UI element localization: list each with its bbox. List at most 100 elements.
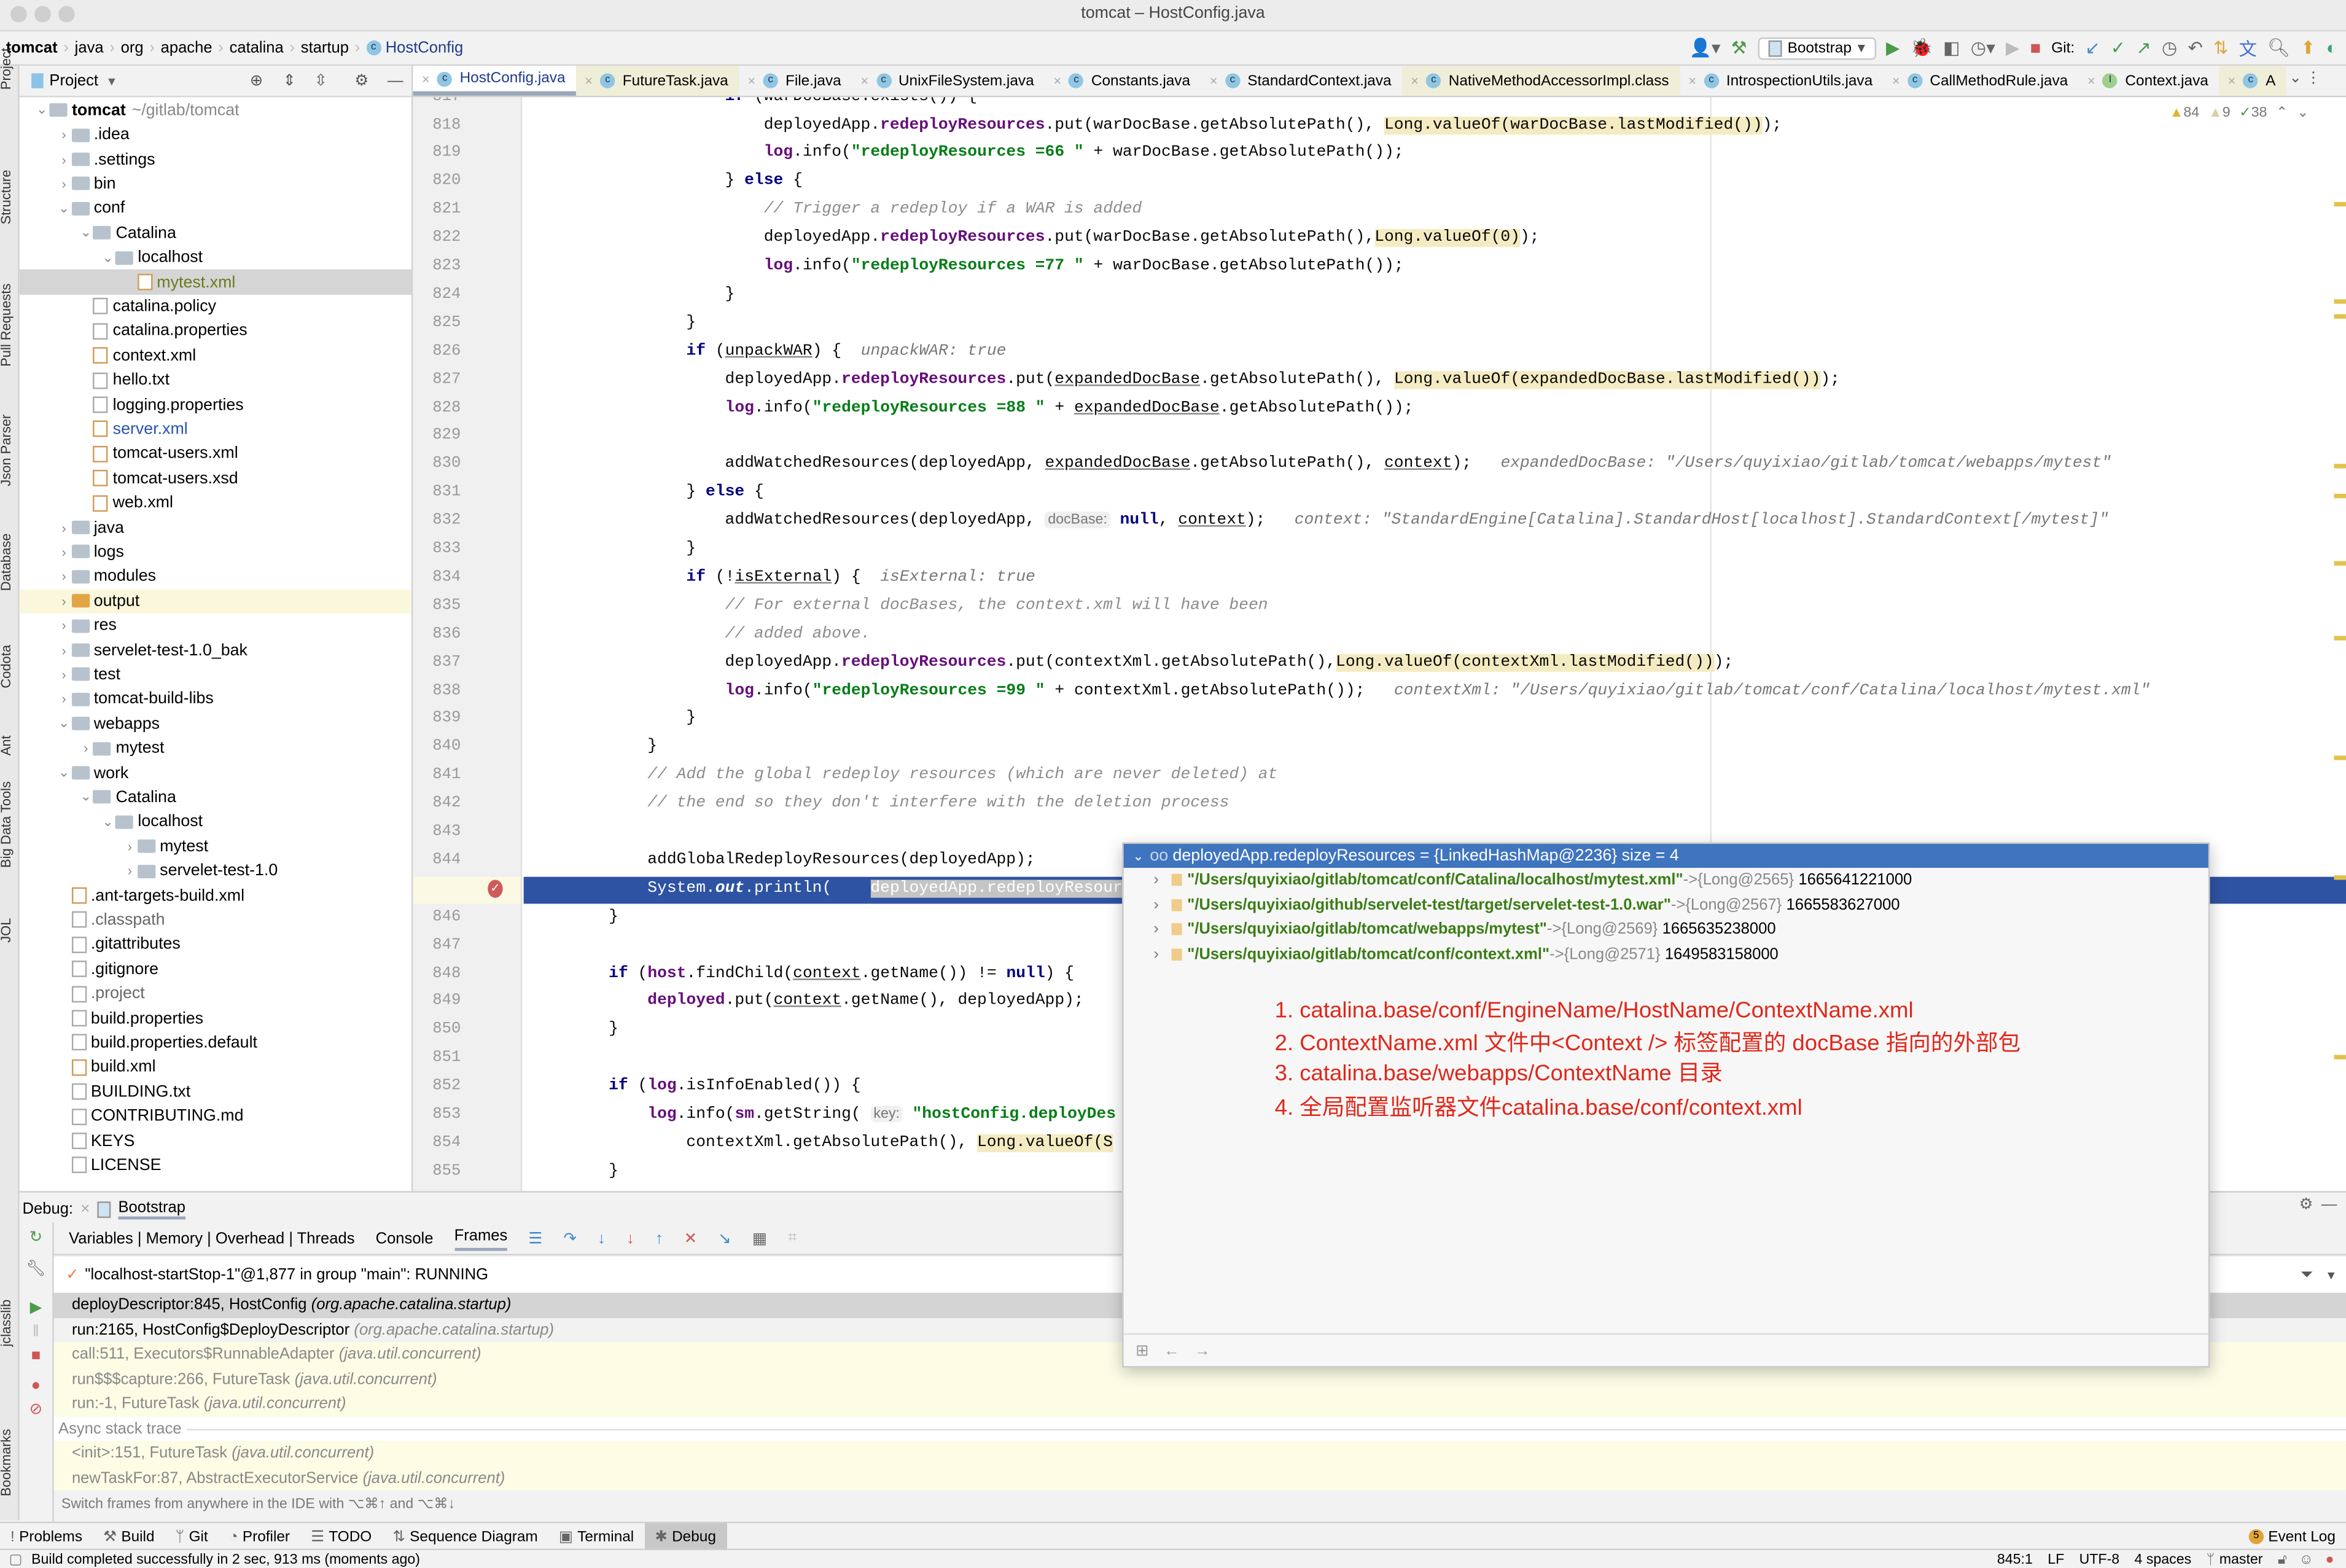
tree-item[interactable]: logging.properties xyxy=(20,392,411,417)
tool-tab-sequence-diagram[interactable]: ⇅ Sequence Diagram xyxy=(382,1523,548,1550)
tree-item[interactable]: build.properties xyxy=(20,1006,411,1031)
code-line[interactable]: // Trigger a redeploy if a WAR is added xyxy=(531,197,1142,225)
chevron-down-icon[interactable]: ⌄ xyxy=(57,765,71,781)
tool-window-jol[interactable]: JOL xyxy=(0,918,14,943)
code-line[interactable]: // For external docBases, the context.xm… xyxy=(531,592,1268,620)
chevron-right-icon[interactable]: › xyxy=(57,176,71,191)
inspection-widget[interactable]: ▲84 ▲9 ✓38 ⌃ ⌄ xyxy=(2170,105,2309,122)
code-line[interactable]: deployed.put(context.getName(), deployed… xyxy=(531,988,1083,1016)
tree-item[interactable]: BUILDING.txt xyxy=(20,1080,411,1104)
scroll-marker[interactable] xyxy=(2334,314,2346,318)
code-line[interactable]: deployedApp.redeployResources.put(expand… xyxy=(531,366,1840,394)
tree-item[interactable]: › .settings xyxy=(20,147,411,172)
editor-tab[interactable]: × c CallMethodRule.java xyxy=(1883,66,2078,96)
tree-item[interactable]: ⌄ Catalina xyxy=(20,221,411,246)
chevron-down-icon[interactable]: ▼ xyxy=(106,74,117,88)
locate-icon[interactable]: ⊕ xyxy=(250,72,263,90)
tool-tab-todo[interactable]: ☰ TODO xyxy=(300,1523,382,1550)
tree-item[interactable]: mytest.xml xyxy=(19,270,411,295)
code-line[interactable]: // the end so they don't interfere with … xyxy=(531,790,1230,819)
gear-icon[interactable]: ⚙ xyxy=(2299,1196,2313,1214)
code-line[interactable]: log.info("redeployResources =77 " + warD… xyxy=(531,253,1404,281)
breadcrumb-item[interactable]: apache xyxy=(161,39,212,57)
debug-session-tab[interactable]: Bootstrap xyxy=(118,1198,185,1220)
tree-item[interactable]: › logs xyxy=(20,540,411,564)
code-line[interactable]: log.info(sm.getString( key: "hostConfig.… xyxy=(531,1101,1116,1129)
tree-item[interactable]: ⌄ conf xyxy=(20,197,411,221)
tree-item[interactable]: .ant-targets-build.xml xyxy=(20,883,411,908)
tree-item[interactable]: › servelet-test-1.0_bak xyxy=(20,638,411,663)
tree-item[interactable]: ⌄ localhost xyxy=(20,246,411,270)
git-commit-icon[interactable]: ✓ xyxy=(2111,37,2126,58)
next-highlight-icon[interactable]: ⌄ xyxy=(2297,105,2309,122)
code-line[interactable]: log.info("redeployResources =99 " + cont… xyxy=(531,677,2151,705)
editor-gutter[interactable]: 817 818 819 820 821 822 823 824 825 826 827 828 829 8… xyxy=(413,97,523,1192)
drop-frame-icon[interactable]: ✕ xyxy=(684,1229,697,1247)
tool-window-json-parser[interactable]: Json Parser xyxy=(0,415,14,486)
close-tab-icon[interactable]: × xyxy=(1892,73,1900,88)
popup-header-row[interactable]: ⌄ oo deployedApp.redeployResources = {Li… xyxy=(1123,844,2208,868)
close-tab-icon[interactable]: × xyxy=(2087,73,2095,88)
close-tab-icon[interactable]: × xyxy=(422,71,430,86)
chevron-right-icon[interactable]: › xyxy=(122,864,137,878)
tree-item[interactable]: › tomcat-build-libs xyxy=(20,687,411,712)
chevron-down-icon[interactable]: ⌄ xyxy=(79,225,93,241)
tool-window-jclasslib[interactable]: jclasslib xyxy=(0,1300,14,1347)
view-breakpoints-icon[interactable]: ● xyxy=(20,1376,53,1394)
chevron-right-icon[interactable]: › xyxy=(57,668,71,682)
tool-window-pull-requests[interactable]: Pull Requests xyxy=(0,284,14,367)
editor-tab[interactable]: × c FutureTask.java xyxy=(575,66,739,96)
editor-tab[interactable]: × c A xyxy=(2218,66,2286,96)
code-line[interactable]: deployedApp.redeployResources.put(warDoc… xyxy=(531,225,1540,253)
indent-setting[interactable]: 4 spaces xyxy=(2135,1551,2192,1568)
tree-item[interactable]: .project xyxy=(20,981,411,1006)
tree-item[interactable]: context.xml xyxy=(20,343,411,368)
close-tab-icon[interactable]: × xyxy=(2228,73,2236,88)
profile-icon[interactable]: ◷▾ xyxy=(1971,37,1995,58)
tool-window-codota[interactable]: Codota xyxy=(0,645,14,688)
code-line[interactable]: } xyxy=(531,1016,618,1045)
forward-arrow-icon[interactable]: → xyxy=(1194,1341,1210,1359)
chevron-right-icon[interactable]: › xyxy=(57,692,71,706)
chevron-right-icon[interactable]: › xyxy=(57,594,71,609)
project-view-select[interactable]: Project xyxy=(49,72,98,90)
run-to-cursor-icon[interactable]: ↘ xyxy=(718,1229,731,1247)
tree-item[interactable]: ⌄ Catalina xyxy=(20,786,411,810)
editor-tab[interactable]: × c UnixFileSystem.java xyxy=(852,66,1045,96)
scroll-marker[interactable] xyxy=(2334,493,2346,498)
tree-item[interactable]: build.properties.default xyxy=(20,1031,411,1055)
close-tab-icon[interactable]: × xyxy=(1210,73,1218,88)
tree-item[interactable]: web.xml xyxy=(20,491,411,515)
breakpoint-icon[interactable]: ✓ xyxy=(488,880,503,898)
chevron-right-icon[interactable]: › xyxy=(1153,895,1159,913)
back-arrow-icon[interactable]: ← xyxy=(1164,1341,1180,1359)
code-line[interactable]: addWatchedResources(deployedApp, expande… xyxy=(531,451,2111,479)
tree-item[interactable]: › output xyxy=(19,588,411,614)
scroll-marker[interactable] xyxy=(2334,755,2346,760)
tool-window-structure[interactable]: Structure xyxy=(0,170,14,224)
code-line[interactable]: } xyxy=(531,310,696,338)
scroll-marker[interactable] xyxy=(2334,636,2346,640)
code-line[interactable]: } else { xyxy=(531,479,763,507)
code-line[interactable]: System.out.println( deployedApp.redeploy… xyxy=(531,875,1152,903)
chevron-right-icon[interactable]: › xyxy=(57,152,71,166)
git-branch[interactable]: master xyxy=(2219,1551,2263,1568)
chevron-down-icon[interactable]: ⌄ xyxy=(100,814,115,830)
previous-highlight-icon[interactable]: ⌃ xyxy=(2276,105,2288,122)
map-entry-row[interactable]: › "/Users/quyixiao/gitlab/tomcat/conf/Cat… xyxy=(1153,868,1912,892)
toggle-tool-windows-icon[interactable]: ▢ xyxy=(9,1551,23,1568)
inspector-icon[interactable]: ☺ xyxy=(2299,1551,2313,1568)
code-line[interactable]: } xyxy=(531,281,735,310)
chevron-right-icon[interactable]: › xyxy=(1153,920,1159,938)
editor-tab[interactable]: × c File.java xyxy=(739,66,852,96)
plugin-icon[interactable]: ◐ xyxy=(2326,37,2337,58)
lock-icon[interactable]: 🔓︎ xyxy=(2278,1551,2287,1568)
scroll-marker[interactable] xyxy=(2334,201,2346,206)
chevron-right-icon[interactable]: › xyxy=(57,545,71,560)
tree-item[interactable]: › java xyxy=(20,515,411,540)
tree-item[interactable]: › servelet-test-1.0 xyxy=(20,859,411,883)
code-line[interactable]: addWatchedResources(deployedApp, docBase… xyxy=(531,507,2109,536)
tool-tab-problems[interactable]: ! Problems xyxy=(0,1523,93,1550)
tree-item[interactable]: › mytest xyxy=(20,736,411,761)
code-line[interactable]: deployedApp.redeployResources.put(contex… xyxy=(531,649,1733,677)
